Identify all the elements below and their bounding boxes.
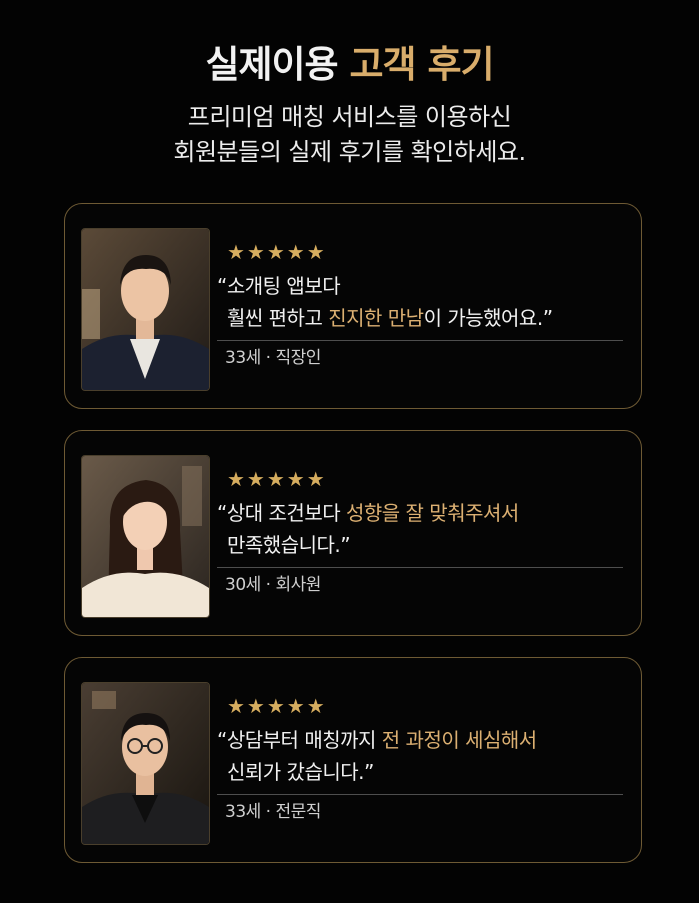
review-quote: “소개팅 앱보다 훨씬 편하고 진지한 만남이 가능했어요.” (217, 270, 627, 334)
quote-highlight: 성향을 잘 맞춰주셔서 (345, 501, 519, 525)
review-quote: “상대 조건보다 성향을 잘 맞춰주셔서 만족했습니다.” (217, 497, 627, 561)
quote-text: “상대 조건보다 (217, 501, 346, 525)
review-card: ★★★★★ “상담부터 매칭까지 전 과정이 세심해서 신뢰가 갔습니다.” 3… (64, 657, 642, 863)
divider (217, 567, 623, 568)
quote-text: 이 가능했어요.” (423, 306, 553, 330)
page-subtitle: 프리미엄 매칭 서비스를 이용하신 회원분들의 실제 후기를 확인하세요. (0, 100, 699, 170)
divider (217, 340, 623, 341)
quote-line-1: “소개팅 앱보다 (217, 274, 341, 298)
reviewer-photo (81, 455, 210, 618)
quote-line-2: 만족했습니다.” (227, 533, 351, 557)
quote-line-1: “상대 조건보다 성향을 잘 맞춰주셔서 (217, 501, 519, 525)
header: 실제이용 고객 후기 프리미엄 매칭 서비스를 이용하신 회원분들의 실제 후기… (0, 40, 699, 170)
page-title: 실제이용 고객 후기 (0, 40, 699, 90)
rating-stars: ★★★★★ (227, 467, 327, 491)
quote-line-2: 훨씬 편하고 진지한 만남이 가능했어요.” (217, 302, 627, 334)
reviewer-photo (81, 228, 210, 391)
rating-stars: ★★★★★ (227, 240, 327, 264)
reviewer-meta: 30세 · 회사원 (225, 575, 321, 595)
quote-highlight: 진지한 만남 (328, 306, 424, 330)
rating-stars: ★★★★★ (227, 694, 327, 718)
review-card: ★★★★★ “소개팅 앱보다 훨씬 편하고 진지한 만남이 가능했어요.” 33… (64, 203, 642, 409)
quote-line-2: 신뢰가 갔습니다.” (227, 760, 374, 784)
quote-text: “상담부터 매칭까지 (217, 728, 382, 752)
divider (217, 794, 623, 795)
reviewer-meta: 33세 · 직장인 (225, 348, 321, 368)
quote-line-1: “상담부터 매칭까지 전 과정이 세심해서 (217, 728, 537, 752)
title-accent: 고객 후기 (349, 43, 495, 86)
quote-text: 훨씬 편하고 (227, 306, 329, 330)
subtitle-line-2: 회원분들의 실제 후기를 확인하세요. (173, 138, 526, 166)
reviewer-meta: 33세 · 전문직 (225, 802, 321, 822)
reviewer-photo (81, 682, 210, 845)
review-card: ★★★★★ “상대 조건보다 성향을 잘 맞춰주셔서 만족했습니다.” 30세 … (64, 430, 642, 636)
quote-highlight: 전 과정이 세심해서 (381, 728, 537, 752)
title-main: 실제이용 (205, 43, 338, 86)
subtitle-line-1: 프리미엄 매칭 서비스를 이용하신 (187, 103, 512, 131)
review-quote: “상담부터 매칭까지 전 과정이 세심해서 신뢰가 갔습니다.” (217, 724, 627, 788)
